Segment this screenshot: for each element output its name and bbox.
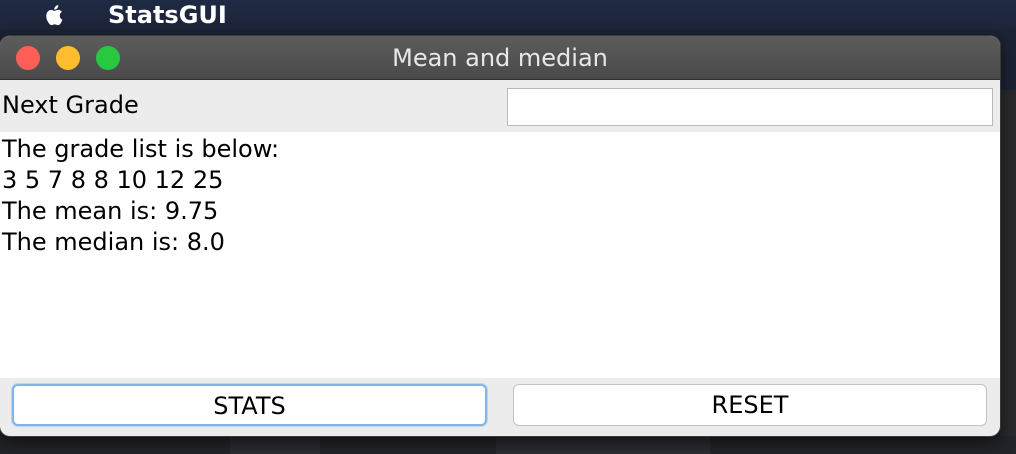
- output-line: The grade list is below:: [2, 135, 280, 163]
- apple-icon[interactable]: [42, 2, 68, 28]
- reset-button[interactable]: RESET: [513, 384, 987, 426]
- background-segment: [496, 436, 710, 454]
- output-line: 3 5 7 8 8 10 12 25: [2, 166, 224, 194]
- stats-window: Mean and median Next Grade The grade lis…: [0, 36, 1000, 436]
- background-window-edge: [1000, 90, 1016, 454]
- stats-button[interactable]: STATS: [12, 384, 487, 426]
- results-text-area[interactable]: The grade list is below: 3 5 7 8 8 10 12…: [0, 132, 1000, 378]
- output-line: The median is: 8.0: [2, 228, 225, 256]
- background-window-strip: [0, 436, 1016, 454]
- title-bar[interactable]: Mean and median: [0, 36, 1000, 80]
- window-title: Mean and median: [392, 44, 608, 72]
- grade-input-row: Next Grade: [0, 80, 1000, 132]
- next-grade-label: Next Grade: [2, 91, 139, 119]
- next-grade-input[interactable]: [507, 88, 993, 126]
- menu-bar: StatsGUI: [0, 0, 1016, 30]
- background-segment: [230, 436, 320, 454]
- output-line: The mean is: 9.75: [2, 197, 219, 225]
- app-name[interactable]: StatsGUI: [108, 1, 227, 29]
